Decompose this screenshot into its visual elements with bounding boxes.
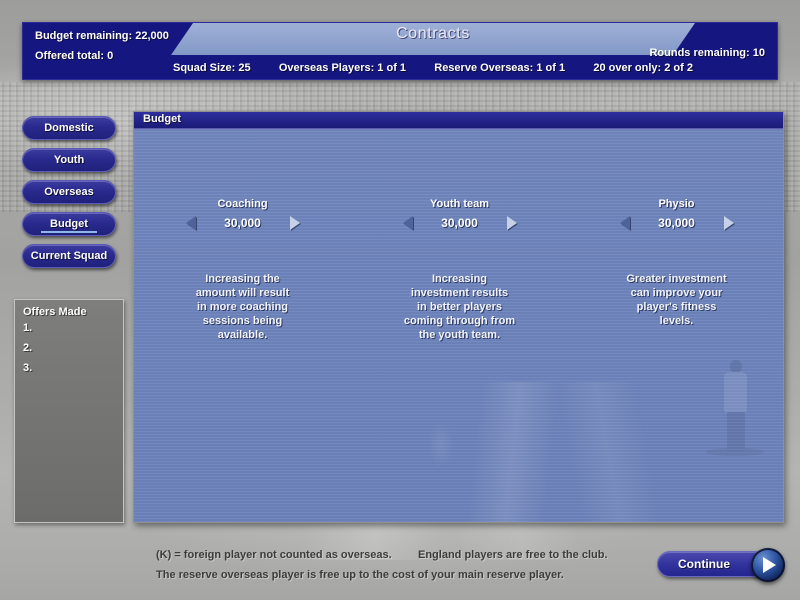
footer-note-reserve-overseas: The reserve overseas player is free up t… bbox=[156, 569, 564, 581]
coaching-increase-arrow-icon[interactable] bbox=[289, 216, 300, 230]
offers-made-title: Offers Made bbox=[23, 306, 87, 318]
stat-squad-size: Squad Size: 25 bbox=[173, 62, 251, 74]
offer-slot-1[interactable]: 1. bbox=[23, 322, 123, 338]
budget-panel-title: Budget bbox=[143, 113, 181, 125]
page-title: Contracts bbox=[396, 25, 470, 42]
budget-remaining-label: Budget remaining: 22,000 bbox=[35, 30, 169, 42]
panel-crease-overlay bbox=[134, 382, 783, 522]
physio-description: Greater investment can improve your play… bbox=[626, 273, 727, 327]
coaching-decrease-arrow-icon[interactable] bbox=[185, 216, 196, 230]
sidebar-item-youth[interactable]: Youth bbox=[22, 148, 116, 172]
stat-reserve-overseas: Reserve Overseas: 1 of 1 bbox=[434, 62, 566, 74]
sidebar-nav: Domestic Youth Overseas Budget Current S… bbox=[22, 116, 116, 276]
budget-column-physio: Physio 30,000 Greater investment can imp… bbox=[568, 198, 783, 342]
physio-value: 30,000 bbox=[658, 216, 695, 230]
top-status-bar: Contracts Budget remaining: 22,000 Offer… bbox=[22, 22, 778, 80]
game-screen: Contracts Budget remaining: 22,000 Offer… bbox=[0, 0, 800, 600]
youth-team-decrease-arrow-icon[interactable] bbox=[402, 216, 413, 230]
budget-allocation-columns: Coaching 30,000 Increasing the amount wi… bbox=[134, 198, 783, 342]
sidebar-item-budget[interactable]: Budget bbox=[22, 212, 116, 236]
footer-note-foreign-player: (K) = foreign player not counted as over… bbox=[156, 549, 392, 561]
stat-overseas-players: Overseas Players: 1 of 1 bbox=[278, 62, 407, 74]
coaching-spinner: 30,000 bbox=[134, 216, 351, 230]
budget-column-coaching: Coaching 30,000 Increasing the amount wi… bbox=[134, 198, 351, 342]
sidebar-item-current-squad[interactable]: Current Squad bbox=[22, 244, 116, 268]
physio-decrease-arrow-icon[interactable] bbox=[619, 216, 630, 230]
youth-team-spinner: 30,000 bbox=[351, 216, 568, 230]
youth-team-increase-arrow-icon[interactable] bbox=[506, 216, 517, 230]
footer-note-england-players: England players are free to the club. bbox=[418, 549, 608, 561]
rounds-remaining-label: Rounds remaining: 10 bbox=[649, 47, 765, 59]
panel-fielder-ghost bbox=[706, 360, 764, 456]
coaching-label: Coaching bbox=[217, 198, 268, 210]
squad-stats-row: Squad Size: 25 Overseas Players: 1 of 1 … bbox=[173, 62, 693, 74]
offers-made-panel: Offers Made 1. 2. 3. bbox=[14, 299, 124, 523]
budget-column-youth-team: Youth team 30,000 Increasing investment … bbox=[351, 198, 568, 342]
footer-notes: (K) = foreign player not counted as over… bbox=[156, 545, 626, 585]
offered-total-label: Offered total: 0 bbox=[35, 50, 114, 62]
offer-slot-3[interactable]: 3. bbox=[23, 362, 123, 378]
panel-batsman-ghost bbox=[424, 412, 458, 478]
play-arrow-icon[interactable] bbox=[751, 548, 785, 582]
physio-label: Physio bbox=[658, 198, 695, 210]
budget-panel-titlebar: Budget bbox=[134, 112, 783, 129]
physio-spinner: 30,000 bbox=[568, 216, 783, 230]
youth-team-description: Increasing investment results in better … bbox=[403, 273, 516, 341]
sidebar-item-overseas[interactable]: Overseas bbox=[22, 180, 116, 204]
stat-20-over-only: 20 over only: 2 of 2 bbox=[593, 62, 693, 74]
coaching-value: 30,000 bbox=[224, 216, 261, 230]
youth-team-label: Youth team bbox=[429, 198, 490, 210]
coaching-description: Increasing the amount will result in mor… bbox=[195, 273, 290, 341]
youth-team-value: 30,000 bbox=[441, 216, 478, 230]
sidebar-item-domestic[interactable]: Domestic bbox=[22, 116, 116, 140]
physio-increase-arrow-icon[interactable] bbox=[723, 216, 734, 230]
continue-button[interactable]: Continue bbox=[657, 548, 785, 582]
footer-note-line-1: (K) = foreign player not counted as over… bbox=[156, 545, 626, 565]
offer-slot-2[interactable]: 2. bbox=[23, 342, 123, 358]
budget-panel: Budget Coaching 30,000 Increasing the am… bbox=[133, 111, 784, 523]
